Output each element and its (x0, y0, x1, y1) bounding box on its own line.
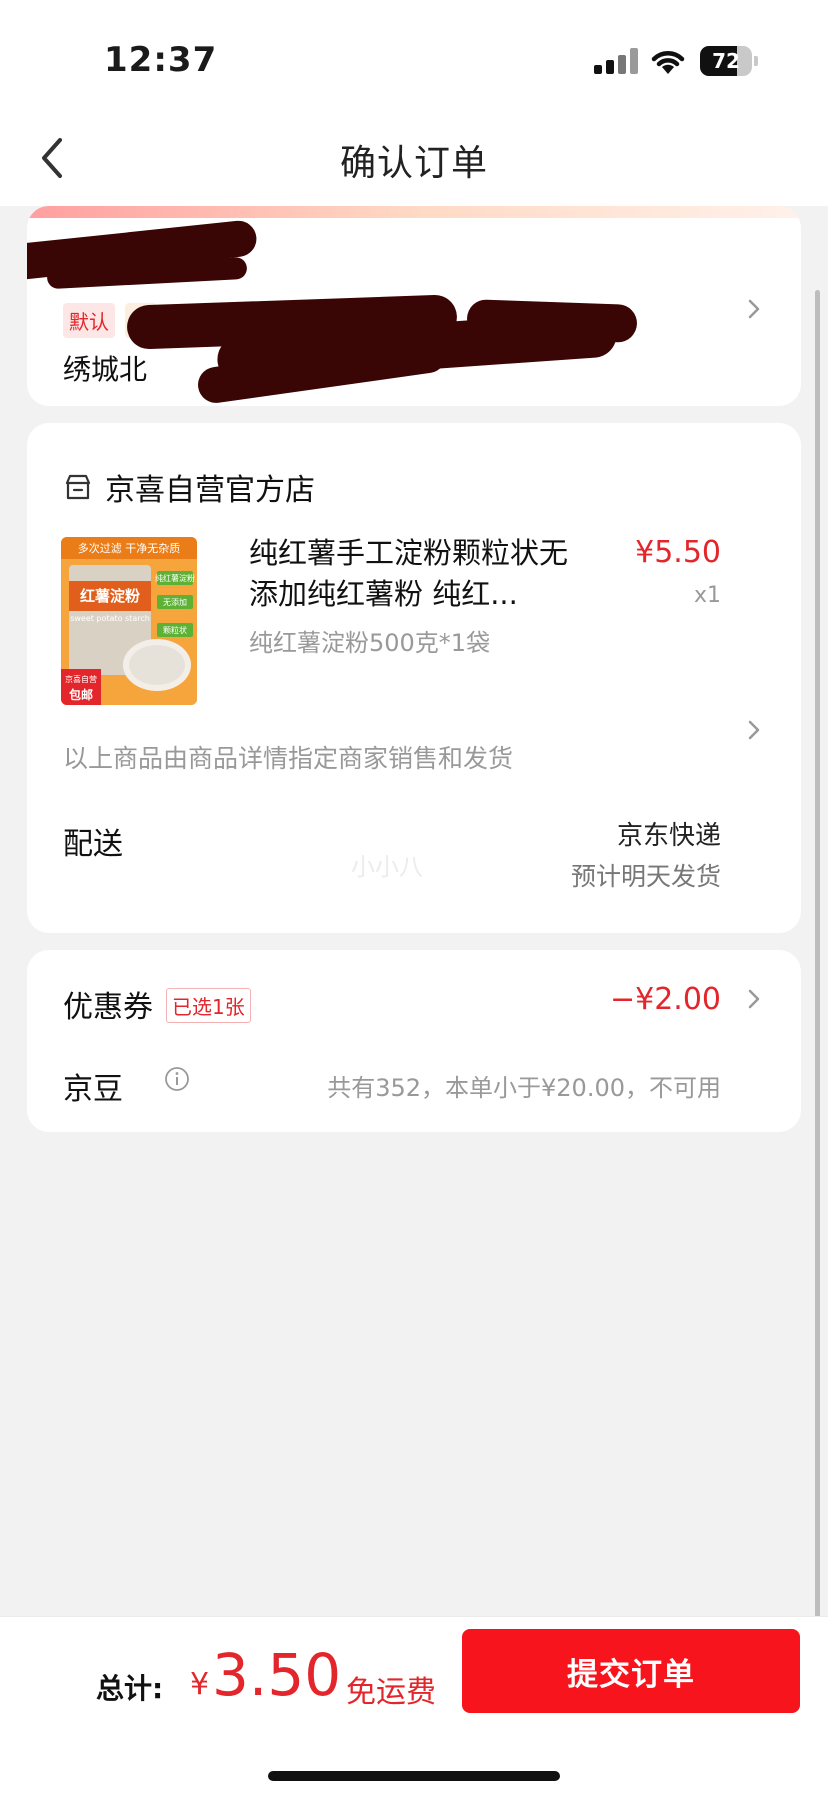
cellular-signal-icon (594, 48, 640, 74)
product-title[interactable]: 纯红薯手工淀粉颗粒状无添加纯红薯粉 纯红... (249, 533, 589, 615)
redaction-mark (466, 299, 638, 343)
watermark-text: 小小八 (351, 853, 423, 881)
svg-text:多次过滤 干净无杂质: 多次过滤 干净无杂质 (78, 541, 181, 555)
total-label: 总计: (96, 1672, 164, 1705)
store-icon (65, 474, 91, 500)
svg-text:包邮: 包邮 (68, 687, 93, 702)
delivery-label: 配送 (63, 827, 123, 862)
svg-text:红薯淀粉: 红薯淀粉 (80, 587, 140, 605)
info-icon[interactable] (164, 1066, 190, 1092)
jd-beans-note: 共有352，本单小于¥20.00，不可用 (327, 1074, 721, 1102)
scrollbar[interactable] (815, 290, 820, 1680)
goods-card: 京喜自营官方店 多次过滤 干净无杂质 红薯淀粉 sweet potato sta… (27, 423, 801, 933)
shop-name: 京喜自营官方店 (105, 473, 315, 508)
jd-beans-label: 京豆 (63, 1072, 123, 1107)
chevron-right-icon[interactable] (743, 719, 765, 741)
svg-text:无添加: 无添加 (163, 597, 187, 607)
coupon-label[interactable]: 优惠券 (63, 982, 153, 1026)
address-line-2: 绣城北 (63, 353, 148, 386)
battery-icon: 72 (700, 46, 758, 76)
status-bar: 12:37 72 (0, 0, 828, 110)
product-image[interactable]: 多次过滤 干净无杂质 红薯淀粉 sweet potato starch 纯红薯淀… (61, 537, 197, 705)
total-amount: 3.50 (212, 1641, 342, 1709)
product-quantity: x1 (693, 583, 721, 608)
product-spec: 纯红薯淀粉500克*1袋 (249, 629, 491, 657)
status-time: 12:37 (104, 40, 218, 80)
free-shipping-label: 免运费 (346, 1675, 436, 1710)
product-price: ¥5.50 (635, 535, 721, 570)
chevron-right-icon[interactable] (743, 988, 765, 1010)
address-card-accent (27, 206, 801, 218)
delivery-method[interactable]: 京东快递 (617, 815, 721, 852)
chevron-right-icon (748, 299, 760, 319)
svg-text:sweet potato starch: sweet potato starch (70, 614, 150, 623)
checkout-bar: 总计: ¥ 3.50 免运费 提交订单 (0, 1616, 828, 1796)
svg-text:纯红薯淀粉: 纯红薯淀粉 (155, 573, 195, 583)
page-title: 确认订单 (339, 143, 488, 184)
delivery-eta: 预计明天发货 (570, 862, 721, 891)
svg-text:京喜自营: 京喜自营 (65, 674, 97, 684)
svg-text:颗粒状: 颗粒状 (163, 625, 187, 635)
shop-row[interactable]: 京喜自营官方店 (63, 465, 315, 509)
seller-note: 以上商品由商品详情指定商家销售和发货 (63, 744, 514, 773)
submit-order-button[interactable]: 提交订单 (462, 1629, 800, 1713)
coupon-amount[interactable]: −¥2.00 (610, 982, 721, 1017)
wifi-icon (651, 51, 685, 74)
coupon-selected-tag: 已选1张 (166, 988, 251, 1023)
home-indicator[interactable] (268, 1771, 560, 1781)
discount-card: 优惠券 已选1张 −¥2.00 京豆 共有352，本单小于¥20.00，不可用 (27, 950, 801, 1132)
nav-bar: 确认订单 (0, 110, 828, 206)
default-tag: 默认 (63, 302, 115, 338)
order-confirm-screen: 12:37 72 确认订单 138xxxx00 默认 (0, 0, 828, 1796)
battery-percent: 72 (712, 49, 740, 73)
address-card[interactable]: 138xxxx00 默认 家 山东 绣城北 (27, 206, 801, 406)
total-currency: ¥ (190, 1667, 210, 1702)
